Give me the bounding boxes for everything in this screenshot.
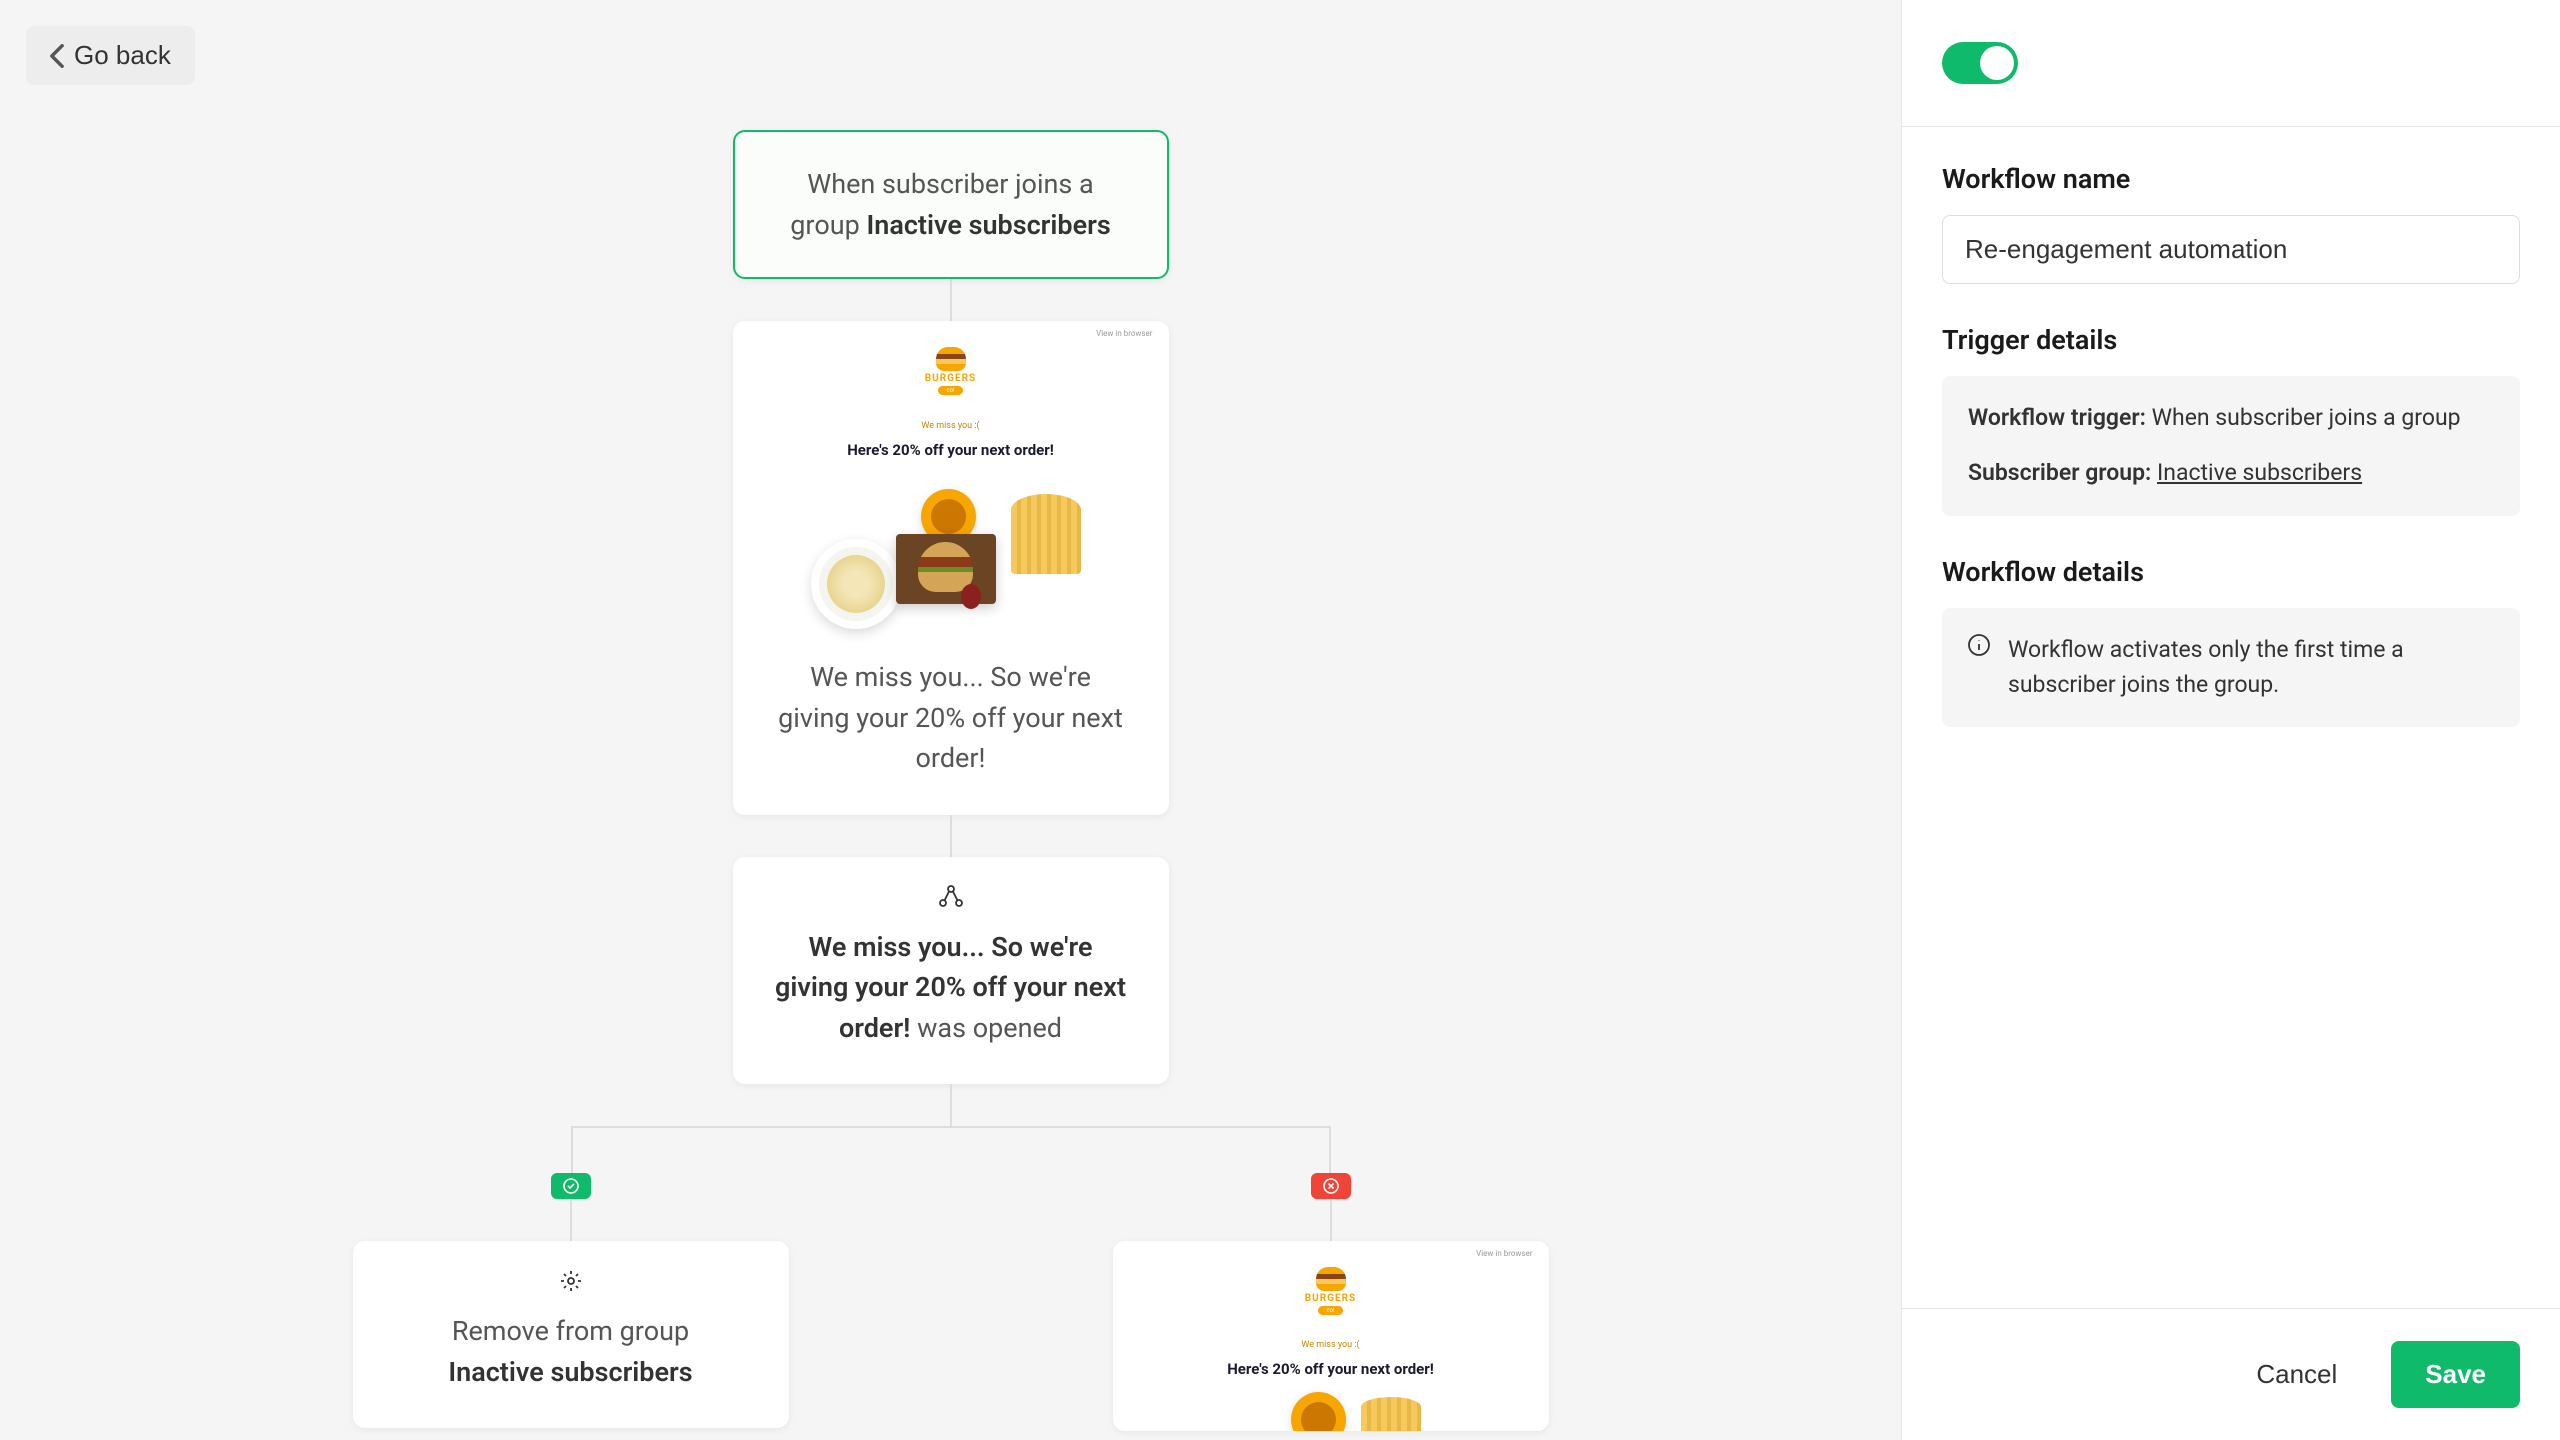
connector xyxy=(950,279,952,321)
workflow-name-input[interactable] xyxy=(1942,215,2520,284)
fail-badge xyxy=(1311,1173,1351,1199)
gear-icon xyxy=(393,1269,749,1297)
trigger-row: Subscriber group: Inactive subscribers xyxy=(1968,455,2494,492)
go-back-button[interactable]: Go back xyxy=(26,26,195,85)
connector xyxy=(950,815,952,857)
sidebar-footer: Cancel Save xyxy=(1902,1308,2560,1440)
trigger-node[interactable]: When subscriber joins a group Inactive s… xyxy=(733,130,1169,279)
check-circle-icon xyxy=(563,1178,579,1194)
branch-yes: Remove from group Inactive subscribers xyxy=(353,1186,789,1431)
condition-text: We miss you... So we're giving your 20% … xyxy=(773,927,1129,1049)
sidebar: Workflow name Trigger details Workflow t… xyxy=(1901,0,2560,1440)
split-icon xyxy=(773,885,1129,911)
email-node-2[interactable]: View in browser BURGERS co! We miss you … xyxy=(1113,1241,1549,1431)
cancel-button[interactable]: Cancel xyxy=(2222,1341,2371,1408)
chevron-left-icon xyxy=(50,44,64,68)
branch-container: Remove from group Inactive subscribers xyxy=(571,1084,1331,1431)
success-badge xyxy=(551,1173,591,1199)
brand-logo: BURGERS co! xyxy=(1299,1267,1363,1322)
connector xyxy=(570,1199,572,1241)
workflow-canvas-area: Go back When subscriber joins a group In… xyxy=(0,0,1901,1440)
x-circle-icon xyxy=(1323,1178,1339,1194)
email-thumbnail: View in browser BURGERS co! We miss you … xyxy=(733,321,1169,631)
condition-node[interactable]: We miss you... So we're giving your 20% … xyxy=(733,857,1169,1085)
workflow-details-label: Workflow details xyxy=(1942,556,2520,588)
subscriber-group-link[interactable]: Inactive subscribers xyxy=(2157,459,2362,486)
workflow-name-label: Workflow name xyxy=(1942,163,2520,195)
food-image xyxy=(821,479,1081,609)
trigger-details-label: Trigger details xyxy=(1942,324,2520,356)
action-node-remove[interactable]: Remove from group Inactive subscribers xyxy=(353,1241,789,1428)
workflow-details-box: Workflow activates only the first time a… xyxy=(1942,608,2520,727)
connector xyxy=(1330,1199,1332,1241)
branch-no: View in browser BURGERS co! We miss you … xyxy=(1113,1186,1549,1431)
go-back-label: Go back xyxy=(74,40,171,71)
action-text: Remove from group Inactive subscribers xyxy=(393,1311,749,1392)
trigger-row: Workflow trigger: When subscriber joins … xyxy=(1968,400,2494,437)
info-icon xyxy=(1968,634,1990,660)
food-image-2 xyxy=(1221,1392,1441,1431)
email-caption: We miss you... So we're giving your 20% … xyxy=(733,631,1169,815)
workflow-details-text: Workflow activates only the first time a… xyxy=(2008,632,2494,703)
workflow-enabled-toggle[interactable] xyxy=(1942,42,2018,84)
save-button[interactable]: Save xyxy=(2391,1341,2520,1408)
email-node-1[interactable]: View in browser BURGERS co! We miss you … xyxy=(733,321,1169,815)
brand-logo: BURGERS co! xyxy=(919,347,983,403)
trigger-details-box: Workflow trigger: When subscriber joins … xyxy=(1942,376,2520,516)
email-thumbnail-2: View in browser BURGERS co! We miss you … xyxy=(1113,1241,1549,1431)
trigger-text: When subscriber joins a group Inactive s… xyxy=(775,164,1127,245)
